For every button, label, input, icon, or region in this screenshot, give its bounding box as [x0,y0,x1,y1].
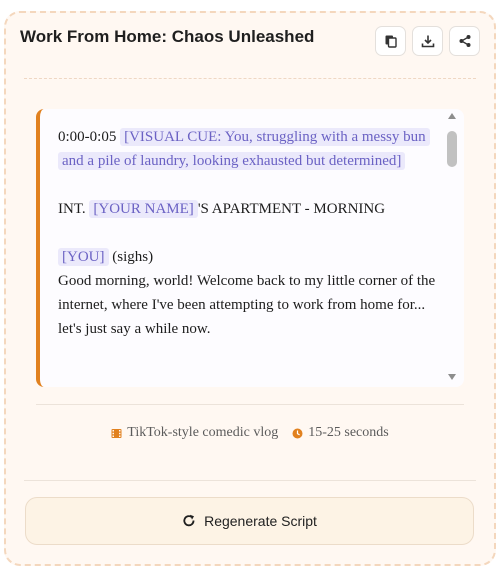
scene-heading-suffix: 'S APARTMENT - MORNING [197,201,386,217]
clock-icon [292,428,303,438]
refresh-icon [183,514,195,527]
dialogue-line: Good morning, world! Welcome back to my … [58,273,436,337]
scroll-up-arrow[interactable] [448,113,456,119]
film-icon [111,428,122,438]
duration-label: 15-25 seconds [308,425,389,440]
script-meta: TikTok-style comedic vlog 15-25 seconds [0,425,500,441]
stage-direction: (sighs) [112,249,154,265]
script-title: Work From Home: Chaos Unleashed [20,27,315,46]
scene-heading: INT. [YOUR NAME] 'S APARTMENT - MORNING [58,197,436,221]
name-tag: [YOUR NAME] [89,200,198,218]
duration-meta: 15-25 seconds [292,425,389,441]
share-icon [459,35,470,47]
regenerate-label: Regenerate Script [204,513,317,529]
header-divider [24,78,476,79]
timecode: 0:00-0:05 [58,129,117,145]
footer-divider [24,480,476,481]
script-content[interactable]: 0:00-0:05 [VISUAL CUE: You, struggling w… [36,109,464,387]
download-button[interactable] [412,26,443,56]
scene-heading-prefix: INT. [58,201,86,217]
content-divider [36,404,464,405]
scroll-down-arrow[interactable] [448,374,456,380]
share-button[interactable] [449,26,480,56]
header-actions [375,26,480,56]
speaker-tag: [YOU] [58,248,109,266]
copy-icon [385,35,397,48]
dialogue-block: [YOU] (sighs) Good morning, world! Welco… [58,245,436,341]
style-meta: TikTok-style comedic vlog [111,425,278,441]
copy-button[interactable] [375,26,406,56]
card-header: Work From Home: Chaos Unleashed [20,26,480,56]
scene-cue-line: 0:00-0:05 [VISUAL CUE: You, struggling w… [58,125,436,173]
script-text: 0:00-0:05 [VISUAL CUE: You, struggling w… [58,125,436,365]
regenerate-button[interactable]: Regenerate Script [25,497,474,545]
scrollbar-thumb[interactable] [447,131,457,167]
style-label: TikTok-style comedic vlog [127,425,279,440]
download-icon [421,35,434,48]
